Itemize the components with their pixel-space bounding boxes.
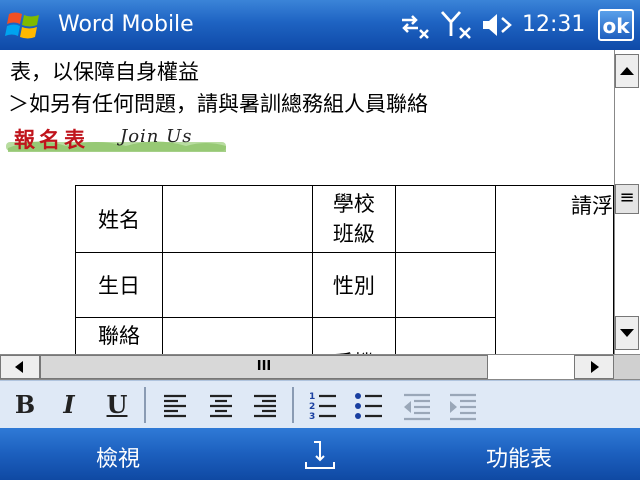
toolbar-separator [144, 387, 146, 423]
document-line-2: ＞如另有任何問題，請與暑訓總務組人員聯絡 [8, 92, 428, 116]
table-cell[interactable] [395, 185, 497, 253]
bullet-list-icon[interactable] [352, 387, 386, 423]
formatting-toolbar: B I U 123 [0, 380, 640, 429]
volume-muted-icon[interactable] [480, 10, 514, 40]
table-cell[interactable]: 學校 班級 [311, 185, 397, 253]
school-label: 學校 [332, 192, 375, 216]
ok-button[interactable]: ok [598, 9, 634, 41]
table-cell[interactable] [162, 185, 313, 253]
scroll-down-button[interactable] [615, 316, 639, 350]
photo-note-label: 請浮 [571, 194, 613, 218]
decrease-indent-icon[interactable] [400, 387, 434, 423]
numbered-list-icon[interactable]: 123 [306, 387, 340, 423]
registration-table: 姓名 學校 班級 請浮 生日 性別 聯絡 手機 [74, 185, 614, 354]
scroll-right-button[interactable] [574, 355, 614, 379]
document-area[interactable]: 表，以保障自身權益 ＞如另有任何問題，請與暑訓總務組人員聯絡 報名表 Join … [0, 50, 614, 354]
input-panel-icon[interactable] [302, 436, 338, 472]
softkey-bar: 檢視 功能表 [0, 428, 640, 480]
name-label: 姓名 [98, 208, 141, 232]
scroll-grip-icon: III [256, 359, 272, 374]
underline-button[interactable]: U [100, 387, 134, 423]
app-title: Word Mobile [58, 12, 194, 37]
table-cell[interactable]: 手機 [311, 317, 397, 354]
svg-text:3: 3 [309, 412, 315, 422]
italic-button[interactable]: I [52, 387, 86, 423]
vertical-scrollbar[interactable]: ≡ [614, 50, 640, 354]
contact-label: 聯絡 [98, 324, 141, 348]
arrow-down-icon [620, 329, 634, 337]
banner-subtitle: Join Us [120, 126, 193, 147]
align-right-icon[interactable] [248, 387, 282, 423]
arrow-right-icon [591, 361, 599, 373]
table-cell[interactable] [162, 252, 313, 318]
class-label: 班級 [332, 222, 375, 246]
arrow-left-icon [15, 361, 23, 373]
svg-text:1: 1 [309, 392, 315, 402]
bold-button[interactable]: B [8, 387, 42, 423]
table-cell[interactable] [162, 317, 313, 354]
scrollbar-corner [614, 355, 640, 379]
gender-label: 性別 [332, 274, 375, 298]
arrow-up-icon [620, 67, 634, 75]
scroll-up-button[interactable] [615, 54, 639, 88]
view-softkey[interactable]: 檢視 [96, 441, 140, 473]
table-cell[interactable]: 姓名 [74, 185, 164, 253]
connectivity-icon[interactable] [398, 10, 432, 40]
table-cell[interactable]: 聯絡 [74, 317, 164, 354]
horizontal-scroll-thumb[interactable]: III [40, 355, 488, 379]
table-cell[interactable] [395, 317, 497, 354]
windows-start-logo-icon[interactable] [5, 8, 43, 42]
document-line-1: 表，以保障自身權益 [10, 60, 199, 84]
signal-off-icon[interactable] [440, 10, 474, 40]
table-cell[interactable]: 生日 [74, 252, 164, 318]
increase-indent-icon[interactable] [446, 387, 480, 423]
menu-softkey[interactable]: 功能表 [486, 441, 552, 473]
table-cell[interactable] [395, 252, 497, 318]
clock[interactable]: 12:31 [522, 12, 585, 37]
align-center-icon[interactable] [204, 387, 238, 423]
table-cell[interactable]: 請浮 [495, 185, 614, 354]
title-bar: Word Mobile 12:31 ok [0, 0, 640, 50]
birthday-label: 生日 [98, 274, 141, 298]
vertical-scroll-thumb[interactable]: ≡ [615, 184, 639, 214]
table-cell[interactable]: 性別 [311, 252, 397, 318]
align-left-icon[interactable] [158, 387, 192, 423]
toolbar-separator [292, 387, 294, 423]
scroll-grip-icon: ≡ [619, 187, 635, 208]
scroll-left-button[interactable] [0, 355, 40, 379]
svg-text:2: 2 [309, 402, 315, 412]
horizontal-scrollbar[interactable]: III [0, 354, 640, 380]
banner-title: 報名表 [14, 128, 89, 152]
